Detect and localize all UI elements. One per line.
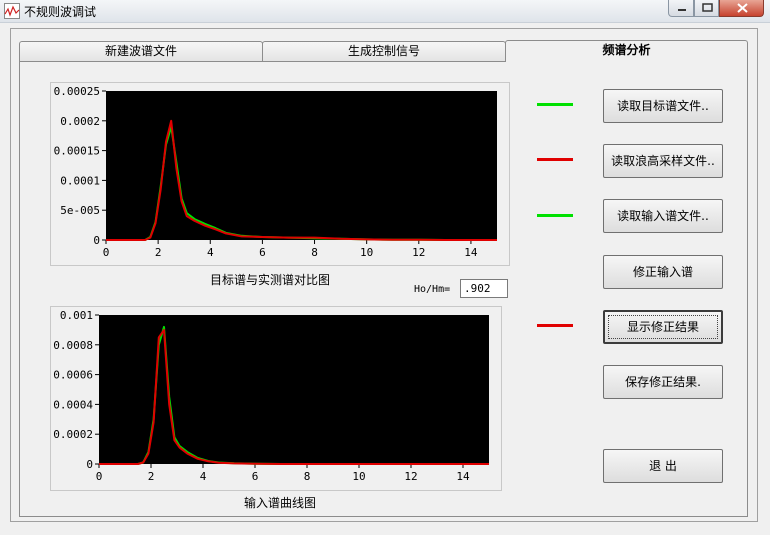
x-tick-label: 10	[352, 470, 365, 483]
x-tick-label: 12	[404, 470, 417, 483]
y-tick-label: 0	[86, 458, 93, 471]
y-tick-label: 0.0002	[60, 115, 100, 128]
x-tick-label: 8	[304, 470, 311, 483]
x-tick-label: 6	[252, 470, 259, 483]
y-tick-label: 0.0002	[53, 428, 93, 441]
x-tick-label: 14	[456, 470, 470, 483]
tab-spectrum-analysis[interactable]: 频谱分析	[505, 40, 748, 62]
input-spectrum-legend	[537, 214, 573, 217]
app-icon	[4, 3, 20, 19]
y-tick-label: 0.001	[60, 309, 93, 322]
x-tick-label: 12	[412, 246, 425, 259]
x-tick-label: 4	[207, 246, 214, 259]
minimize-icon	[678, 9, 686, 11]
save-corrected-result-button[interactable]: 保存修正结果.	[603, 365, 723, 399]
maximize-button[interactable]	[694, 0, 719, 17]
plot-area	[99, 315, 489, 464]
x-tick-label: 4	[200, 470, 207, 483]
wave-height-legend	[537, 158, 573, 161]
x-tick-label: 6	[259, 246, 266, 259]
ratio-field[interactable]: .902	[460, 279, 508, 298]
y-tick-label: 0.0006	[53, 369, 93, 382]
y-tick-label: 0.00015	[54, 145, 100, 158]
x-tick-label: 0	[96, 470, 103, 483]
y-tick-label: 0	[93, 234, 100, 247]
y-tick-label: 0.0001	[60, 174, 100, 187]
comparison-chart: 0 5e-005 0.0001 0.00015 0.0002 0.00025 0 2 4 6 8 10…	[54, 85, 497, 259]
comparison-chart-title: 目标谱与实测谱对比图	[209, 273, 330, 287]
plot-area	[106, 91, 497, 240]
y-tick-label: 5e-005	[60, 204, 100, 217]
y-tick-label: 0.0008	[53, 339, 93, 352]
corrected-result-legend	[537, 324, 573, 327]
close-button[interactable]	[719, 0, 764, 17]
read-target-spectrum-button[interactable]: 读取目标谱文件..	[603, 89, 723, 123]
show-corrected-result-button[interactable]: 显示修正结果	[603, 310, 723, 344]
close-icon	[737, 3, 748, 13]
read-input-spectrum-button[interactable]: 读取输入谱文件..	[603, 199, 723, 233]
maximize-icon	[702, 3, 713, 12]
target-spectrum-legend	[537, 103, 573, 106]
y-tick-label: 0.00025	[54, 85, 100, 98]
correct-input-spectrum-button[interactable]: 修正输入谱	[603, 255, 723, 289]
minimize-button[interactable]	[668, 0, 694, 17]
x-tick-label: 0	[103, 246, 110, 259]
y-tick-label: 0.0004	[53, 398, 93, 411]
input-spectrum-chart: 0 0.0002 0.0004 0.0006 0.0008 0.001 0 2 4 6 8 10 12 1…	[53, 309, 489, 483]
x-tick-label: 2	[148, 470, 155, 483]
window-title: 不规则波调试	[24, 5, 97, 19]
input-spectrum-chart-title: 输入谱曲线图	[243, 496, 316, 510]
x-tick-label: 2	[155, 246, 162, 259]
x-tick-label: 8	[311, 246, 318, 259]
exit-button[interactable]: 退 出	[603, 449, 723, 483]
tab-generate-control-signal[interactable]: 生成控制信号	[262, 41, 506, 61]
title-bar: 不规则波调试	[0, 0, 770, 23]
x-tick-label: 10	[360, 246, 373, 259]
x-tick-label: 14	[464, 246, 478, 259]
ratio-label: Ho/Hm=	[414, 284, 451, 295]
tab-new-spectrum-file[interactable]: 新建波谱文件	[19, 41, 263, 61]
read-wave-height-file-button[interactable]: 读取浪高采样文件..	[603, 144, 723, 178]
